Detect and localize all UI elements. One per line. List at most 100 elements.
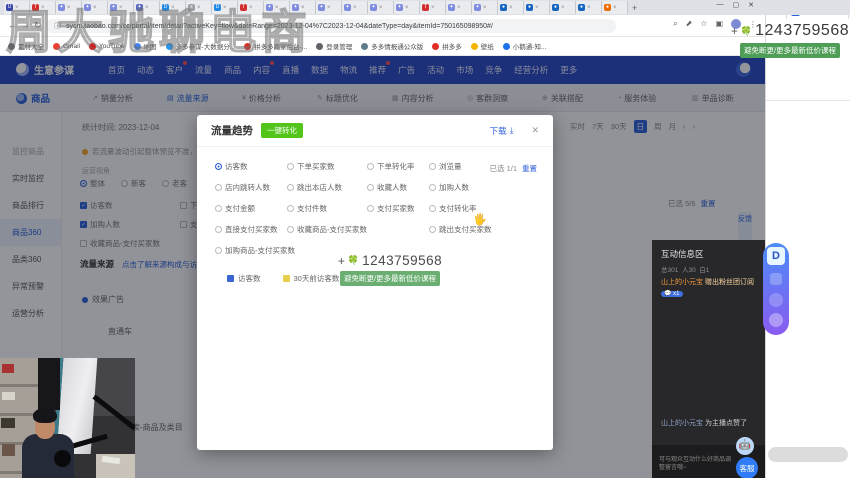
tab-close-icon[interactable]: × [561,5,565,11]
browser-action-icon[interactable]: ☆ [700,19,707,29]
webcam-shelf-item [2,364,14,373]
tab-close-icon[interactable]: × [353,5,357,11]
modal-metric-option[interactable]: 跳出本店人数 [287,182,367,193]
browser-tab[interactable]: ✦ × [394,1,420,14]
modal-metric-label: 访客数 [225,161,248,172]
widget-circle-icon-2[interactable] [769,313,783,327]
modal-metric-option[interactable]: 直接支付买家数 [215,224,287,235]
window-close-button[interactable]: ✕ [748,1,754,9]
bookmark-item[interactable]: 多多情报通公众版 [361,41,423,51]
like-user: 山上的小元宝 [661,420,703,427]
tab-close-icon[interactable]: × [431,5,435,11]
webcam-shelf-item [2,392,15,400]
tab-close-icon[interactable]: × [457,5,461,11]
word-app-panel: W 文字文... ✕ [765,0,850,478]
radio-icon [367,163,374,170]
modal-metric-label: 收藏商品-支付买家数 [297,224,367,235]
new-tab-button[interactable]: + [632,3,637,13]
modal-metric-option[interactable]: 支付金额 [215,203,287,214]
browser-tab[interactable]: T × [420,1,446,14]
widget-square-icon[interactable] [770,273,782,285]
widget-circle-icon[interactable] [769,293,783,307]
chat-input-hint[interactable]: 可与观众互动什么好商品调整留言哦~ [659,457,735,473]
modal-metric-label: 支付件数 [297,203,327,214]
modal-metric-option[interactable]: 下单买家数 [287,161,367,172]
modal-metric-option[interactable]: 访客数 [215,161,287,172]
service-button[interactable]: 客服 [736,457,758,478]
bookmark-favicon [503,43,510,50]
tab-close-icon[interactable]: × [587,5,591,11]
modal-metric-option[interactable]: 加购商品-支付买家数 [215,245,287,256]
gift-action: 赠出粉丝团订阅 [705,279,754,286]
download-link[interactable]: 下载 ⤓ [490,125,514,137]
modal-metric-option[interactable]: 店内跳转人数 [215,182,287,193]
modal-metric-option[interactable]: 支付买家数 [367,203,429,214]
modal-metric-label: 加购商品-支付买家数 [225,245,295,256]
bookmark-item[interactable]: 登录管理 [316,41,352,51]
floating-tool-widget[interactable]: D [763,243,789,335]
bookmark-item[interactable]: 小鹅通-知... [503,41,547,51]
radio-icon [429,205,436,212]
modal-metric-option[interactable]: 收藏商品-支付买家数 [287,224,367,235]
bookmark-label: 拼多多 [442,41,462,51]
tab-close-icon[interactable]: × [379,5,383,11]
radio-icon [429,163,436,170]
browser-tab[interactable]: ● × [576,1,602,14]
browser-tab[interactable]: ● × [602,1,628,14]
bookmark-item[interactable]: 壁纸 [471,41,494,51]
bookmark-label: 小鹅通-知... [513,41,547,51]
viewer-stats: 总301 人30 白1 [661,264,709,274]
modal-metric-option[interactable]: 支付件数 [287,203,367,214]
legend-item: 访客数 [227,273,261,284]
modal-metric-label: 加购人数 [439,182,469,193]
window-maximize-button[interactable]: ▢ [733,1,740,9]
modal-metric-option[interactable]: 浏览量 [429,161,492,172]
browser-action-icon[interactable]: ⬈ [686,19,693,29]
tab-close-icon[interactable]: × [327,5,331,11]
tab-close-icon[interactable]: × [535,5,539,11]
browser-tab[interactable]: ✦ × [316,1,342,14]
screen: U × T × ✦ × ✦ × ✦ × ✦ × D × x × D × T × … [0,0,850,478]
modal-title: 流量趋势 [211,123,253,138]
radio-icon [367,184,374,191]
chat-bubble-icon: 💬 [664,291,671,297]
traffic-trend-modal: 流量趋势 一键转化 下载 ⤓ ✕ 访客数 下单买家数 下单转化率 浏览量 店内跳… [197,115,553,450]
browser-tab[interactable]: ✦ × [446,1,472,14]
tab-close-icon[interactable]: × [405,5,409,11]
browser-tab[interactable]: ✦ × [342,1,368,14]
qq-sticker-modal: + 🍀 1243759568 避免断更/更多最新低价课程 [315,253,465,286]
interaction-panel-title: 互动信息区 [661,248,704,260]
browser-tab[interactable]: ● × [524,1,550,14]
word-toolbar-divider [766,100,850,101]
bookmark-item[interactable]: 拼多多 [432,41,462,51]
close-icon[interactable]: ✕ [531,125,539,136]
download-icon: ⤓ [510,125,514,136]
chat-input-bar: 可与观众互动什么好商品调整留言哦~ 🤖 客服 [652,445,765,478]
browser-tab[interactable]: ● × [498,1,524,14]
robot-assistant-icon[interactable]: 🤖 [736,437,754,455]
modal-reset-link[interactable]: 重置 [522,163,537,174]
modal-metric-label: 浏览量 [439,161,462,172]
browser-tab[interactable]: ✦ × [368,1,394,14]
tab-close-icon[interactable]: × [509,5,513,11]
radio-icon [215,163,222,170]
modal-metric-option[interactable]: 收藏人数 [367,182,429,193]
browser-tab[interactable]: ✦ × [472,1,498,14]
radio-icon [367,205,374,212]
modal-metric-option[interactable]: 下单转化率 [367,161,429,172]
modal-metric-label: 支付金额 [225,203,255,214]
modal-metric-option[interactable]: 加购人数 [429,182,492,193]
tab-close-icon[interactable]: × [483,5,487,11]
one-click-convert-badge[interactable]: 一键转化 [261,123,303,138]
tab-close-icon[interactable]: × [613,5,617,11]
browser-action-icon[interactable]: ▣ [715,19,723,29]
webcam-shelf-item [1,418,15,428]
window-minimize-button[interactable]: — [717,1,724,9]
trend-chart-svg [225,293,543,420]
clover-icon: 🍀 [741,26,752,37]
browser-tab[interactable]: ● × [550,1,576,14]
bookmark-label: 壁纸 [481,41,494,51]
bookmark-label: 登录管理 [326,41,352,51]
widget-logo-icon[interactable]: D [767,247,785,265]
browser-action-icon[interactable]: ⌕ [673,19,677,29]
